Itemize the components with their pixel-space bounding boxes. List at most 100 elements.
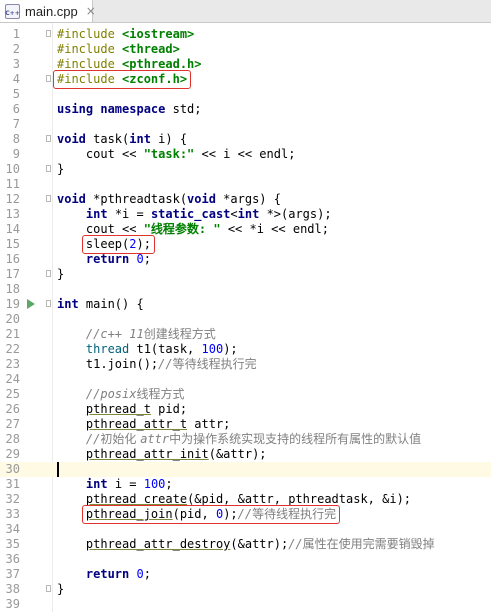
close-icon[interactable]: ×	[86, 4, 96, 18]
code-line-1[interactable]: 1 #include <iostream>	[0, 27, 491, 42]
code-line-30[interactable]: 30	[0, 462, 491, 477]
line-number: 38	[5, 582, 20, 596]
code-line-9[interactable]: 9 cout << "task:" << i << endl;	[0, 147, 491, 162]
code-line-29[interactable]: 29 pthread_attr_init(&attr);	[0, 447, 491, 462]
code-line-5[interactable]: 5	[0, 87, 491, 102]
code-line-19[interactable]: 19 int main() {	[0, 297, 491, 312]
code-token: using namespace	[57, 102, 173, 116]
code-line-31[interactable]: 31 int i = 100;	[0, 477, 491, 492]
fold-marker-icon[interactable]	[46, 300, 51, 307]
code-line-25[interactable]: 25 //posix线程方式	[0, 387, 491, 402]
line-number: 2	[12, 42, 20, 56]
highlight-box	[81, 505, 341, 524]
line-number: 35	[5, 537, 20, 551]
code-token: cout <<	[57, 222, 144, 236]
code-token: 线程方式	[136, 387, 185, 401]
code-line-24[interactable]: 24	[0, 372, 491, 387]
line-number: 19	[5, 297, 20, 311]
code-token: 0	[136, 252, 144, 266]
line-number: 4	[12, 72, 20, 86]
code-token: void	[57, 132, 94, 146]
fold-marker-icon[interactable]	[46, 135, 51, 142]
code-token: *>(args);	[266, 207, 332, 221]
line-number: 22	[5, 342, 20, 356]
code-line-26[interactable]: 26 pthread_t pid;	[0, 402, 491, 417]
code-line-27[interactable]: 27 pthread_attr_t attr;	[0, 417, 491, 432]
code-line-34[interactable]: 34	[0, 522, 491, 537]
fold-marker-icon[interactable]	[46, 195, 51, 202]
code-token: pthread_t	[85, 402, 151, 416]
line-number: 33	[5, 507, 20, 521]
code-line-12[interactable]: 12 void *pthreadtask(void *args) {	[0, 192, 491, 207]
code-line-35[interactable]: 35 pthread_attr_destroy(&attr);//属性在使用完需…	[0, 537, 491, 552]
code-text: void task(int i) {	[57, 132, 187, 147]
code-token: //	[288, 537, 303, 551]
code-text: //posix线程方式	[57, 387, 185, 402]
code-token: void	[187, 192, 224, 206]
fold-marker-icon[interactable]	[46, 30, 51, 37]
fold-marker-icon[interactable]	[46, 270, 51, 277]
code-text: int *i = static_cast<int *>(args);	[57, 207, 332, 222]
line-number: 11	[5, 177, 20, 191]
fold-marker-icon[interactable]	[46, 165, 51, 172]
code-line-6[interactable]: 6 using namespace std;	[0, 102, 491, 117]
code-token: //posix	[85, 387, 137, 401]
code-token: *i =	[114, 207, 151, 221]
line-number: 15	[5, 237, 20, 251]
code-line-11[interactable]: 11	[0, 177, 491, 192]
run-icon[interactable]	[27, 299, 35, 309]
code-line-36[interactable]: 36	[0, 552, 491, 567]
code-token: #include	[57, 27, 123, 41]
code-line-7[interactable]: 7	[0, 117, 491, 132]
code-line-14[interactable]: 14 cout << "线程参数: " << *i << endl;	[0, 222, 491, 237]
code-line-28[interactable]: 28 //初始化 attr中为操作系统实现支持的线程所有属性的默认值	[0, 432, 491, 447]
highlight-box	[81, 235, 155, 254]
fold-marker-icon[interactable]	[46, 585, 51, 592]
code-token: (&attr);	[208, 447, 267, 461]
code-line-23[interactable]: 23 t1.join();//等待线程执行完	[0, 357, 491, 372]
code-line-38[interactable]: 38}	[0, 582, 491, 597]
code-token: int	[85, 207, 115, 221]
code-line-18[interactable]: 18	[0, 282, 491, 297]
code-token: 等待线程执行完	[172, 357, 257, 371]
code-token: ;	[165, 477, 173, 491]
line-number: 3	[12, 57, 20, 71]
code-line-13[interactable]: 13 int *i = static_cast<int *>(args);	[0, 207, 491, 222]
code-token: int	[237, 207, 267, 221]
code-line-10[interactable]: 10}	[0, 162, 491, 177]
code-token: ;	[143, 252, 151, 266]
line-number: 28	[5, 432, 20, 446]
code-token: <	[230, 207, 238, 221]
code-token: }	[57, 162, 65, 176]
code-line-37[interactable]: 37 return 0;	[0, 567, 491, 582]
code-token: pthread_attr_destroy	[85, 537, 231, 551]
code-line-21[interactable]: 21 //c++ 11创建线程方式	[0, 327, 491, 342]
code-text: }	[57, 162, 64, 177]
code-token: static_cast	[150, 207, 231, 221]
code-token: << i << endl;	[194, 147, 296, 161]
code-line-17[interactable]: 17}	[0, 267, 491, 282]
code-line-2[interactable]: 2 #include <thread>	[0, 42, 491, 57]
code-token: pthread_create	[85, 492, 188, 506]
line-number: 21	[5, 327, 20, 341]
code-line-39[interactable]: 39	[0, 597, 491, 612]
code-text: //c++ 11创建线程方式	[57, 327, 216, 342]
code-token: //c++ 11	[85, 327, 144, 341]
code-line-16[interactable]: 16 return 0;	[0, 252, 491, 267]
code-line-22[interactable]: 22 thread t1(task, 100);	[0, 342, 491, 357]
code-line-8[interactable]: 8 void task(int i) {	[0, 132, 491, 147]
line-number: 12	[5, 192, 20, 206]
code-token: "线程参数: "	[143, 222, 221, 236]
code-line-15[interactable]: 15 sleep(2);	[0, 237, 491, 252]
line-number: 5	[12, 87, 20, 101]
code-token: 创建线程方式	[143, 327, 216, 341]
code-token: 0	[136, 567, 144, 581]
line-number: 30	[5, 462, 20, 476]
fold-marker-icon[interactable]	[46, 75, 51, 82]
code-token: int	[129, 132, 159, 146]
code-line-20[interactable]: 20	[0, 312, 491, 327]
tab-main-cpp[interactable]: C++ main.cpp ×	[0, 0, 96, 22]
